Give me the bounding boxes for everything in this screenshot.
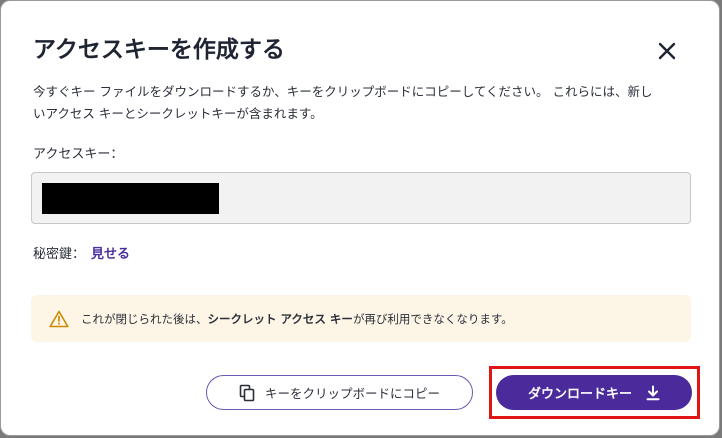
- download-key-button[interactable]: ダウンロードキー: [496, 375, 692, 410]
- close-icon: [658, 42, 676, 60]
- copy-button-label: キーをクリップボードにコピー: [264, 386, 440, 401]
- access-key-label: アクセスキー：: [33, 147, 124, 162]
- close-button[interactable]: [653, 37, 681, 65]
- warning-prefix: これが閉じられた後は、: [81, 311, 208, 326]
- warning-suffix: が再び利用できなくなります。: [352, 311, 513, 326]
- secret-key-label: 秘密鍵：: [33, 247, 86, 262]
- show-secret-link[interactable]: 見せる: [91, 247, 130, 262]
- access-key-field[interactable]: [31, 172, 691, 224]
- warning-banner: これが閉じられた後は、シークレット アクセス キーが再び利用できなくなります。: [31, 295, 691, 342]
- warning-emphasis: シークレット アクセス キー: [207, 311, 353, 326]
- warning-icon: [49, 310, 69, 328]
- dialog-description: 今すぐキー ファイルをダウンロードするか、キーをクリップボードにコピーしてくださ…: [33, 84, 653, 121]
- secret-key-row: 秘密鍵： 見せる: [33, 243, 130, 262]
- download-icon: [646, 385, 660, 401]
- download-button-label: ダウンロードキー: [527, 387, 632, 402]
- copy-to-clipboard-button[interactable]: キーをクリップボードにコピー: [206, 375, 473, 410]
- redacted-access-key: [42, 183, 219, 214]
- warning-text: これが閉じられた後は、シークレット アクセス キーが再び利用できなくなります。: [81, 311, 513, 327]
- copy-icon: [239, 384, 255, 402]
- create-access-key-dialog: アクセスキーを作成する 今すぐキー ファイルをダウンロードするか、キーをクリップ…: [0, 0, 720, 436]
- dialog-title: アクセスキーを作成する: [33, 37, 285, 63]
